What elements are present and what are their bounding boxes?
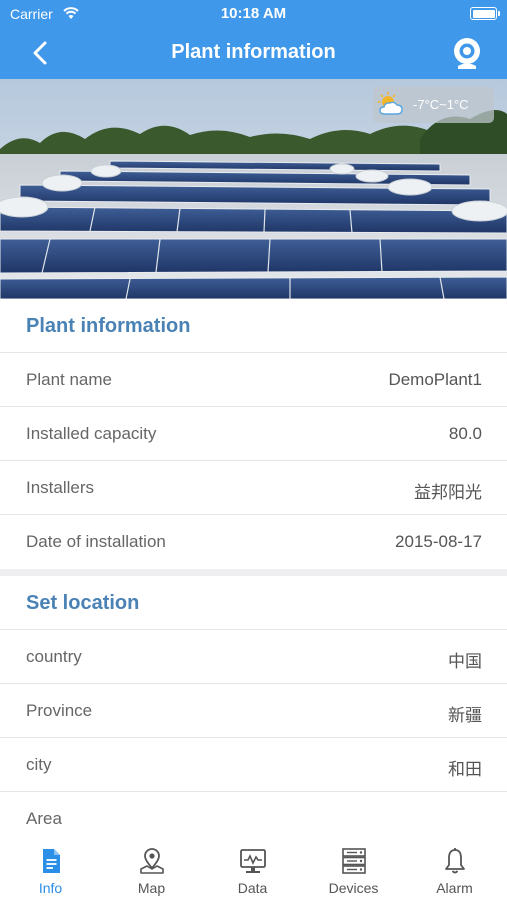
section-divider <box>0 569 507 576</box>
row-value: 80.0 <box>448 424 482 443</box>
row-label: Installed capacity <box>26 424 157 443</box>
tab-alarm[interactable]: Alarm <box>404 836 505 900</box>
tab-map[interactable]: Map <box>101 836 202 900</box>
status-time: 10:18 AM <box>220 5 287 22</box>
document-icon <box>43 849 60 873</box>
row-value: 中国 <box>448 652 482 671</box>
navigation-bar: Plant information <box>0 28 507 79</box>
row-label: Installers <box>26 478 95 497</box>
row-value: 新疆 <box>448 706 482 725</box>
server-icon <box>342 848 366 874</box>
row-label: Date of installation <box>26 532 166 551</box>
tab-data[interactable]: Data <box>202 836 303 900</box>
tab-devices[interactable]: Devices <box>303 836 404 900</box>
map-pin-icon <box>140 848 164 874</box>
row-value: 益邦阳光 <box>414 483 482 502</box>
plant-photo-banner: -7°C~1°C <box>0 79 507 299</box>
status-bar: Carrier 10:18 AM <box>0 0 507 28</box>
info-row-installers: Installers 益邦阳光 <box>0 461 507 515</box>
section-heading-plant-info: Plant information <box>0 299 507 353</box>
tab-label: Info <box>38 880 63 896</box>
section-title: Set location <box>26 592 140 614</box>
tab-label: Alarm <box>436 880 473 896</box>
tab-label: Data <box>237 880 268 896</box>
page-title: Plant information <box>171 41 336 63</box>
section-title: Plant information <box>26 315 191 337</box>
weather-badge: -7°C~1°C <box>373 87 494 123</box>
row-label: country <box>26 647 82 666</box>
monitor-chart-icon <box>240 849 266 873</box>
row-label: Area <box>26 809 62 828</box>
partly-cloudy-icon <box>378 92 403 115</box>
info-row-installed-capacity: Installed capacity 80.0 <box>0 407 507 461</box>
section-heading-location: Set location <box>0 576 507 630</box>
location-row-province[interactable]: Province 新疆 <box>0 684 507 738</box>
location-row-city[interactable]: city 和田 <box>0 738 507 792</box>
battery-icon <box>470 7 500 20</box>
tab-info[interactable]: Info <box>0 836 101 900</box>
camera-icon[interactable] <box>451 36 483 70</box>
row-label: Plant name <box>26 370 112 389</box>
plant-details: Plant information Plant name DemoPlant1 … <box>0 299 507 846</box>
row-value: 和田 <box>448 760 482 779</box>
tab-label: Devices <box>328 880 379 896</box>
row-value: DemoPlant1 <box>388 370 482 389</box>
bottom-tab-bar: Info Map Data Devices Alarm <box>0 836 507 900</box>
row-value: 2015-08-17 <box>395 532 482 551</box>
location-row-country[interactable]: country 中国 <box>0 630 507 684</box>
row-label: Province <box>26 701 93 720</box>
tab-label: Map <box>137 880 166 896</box>
bell-icon <box>445 848 465 874</box>
row-label: city <box>26 755 52 774</box>
info-row-plant-name: Plant name DemoPlant1 <box>0 353 507 407</box>
info-row-installation-date: Date of installation 2015-08-17 <box>0 515 507 569</box>
top-bar: Carrier 10:18 AM Plant information <box>0 0 507 79</box>
temperature-range: -7°C~1°C <box>413 97 469 112</box>
